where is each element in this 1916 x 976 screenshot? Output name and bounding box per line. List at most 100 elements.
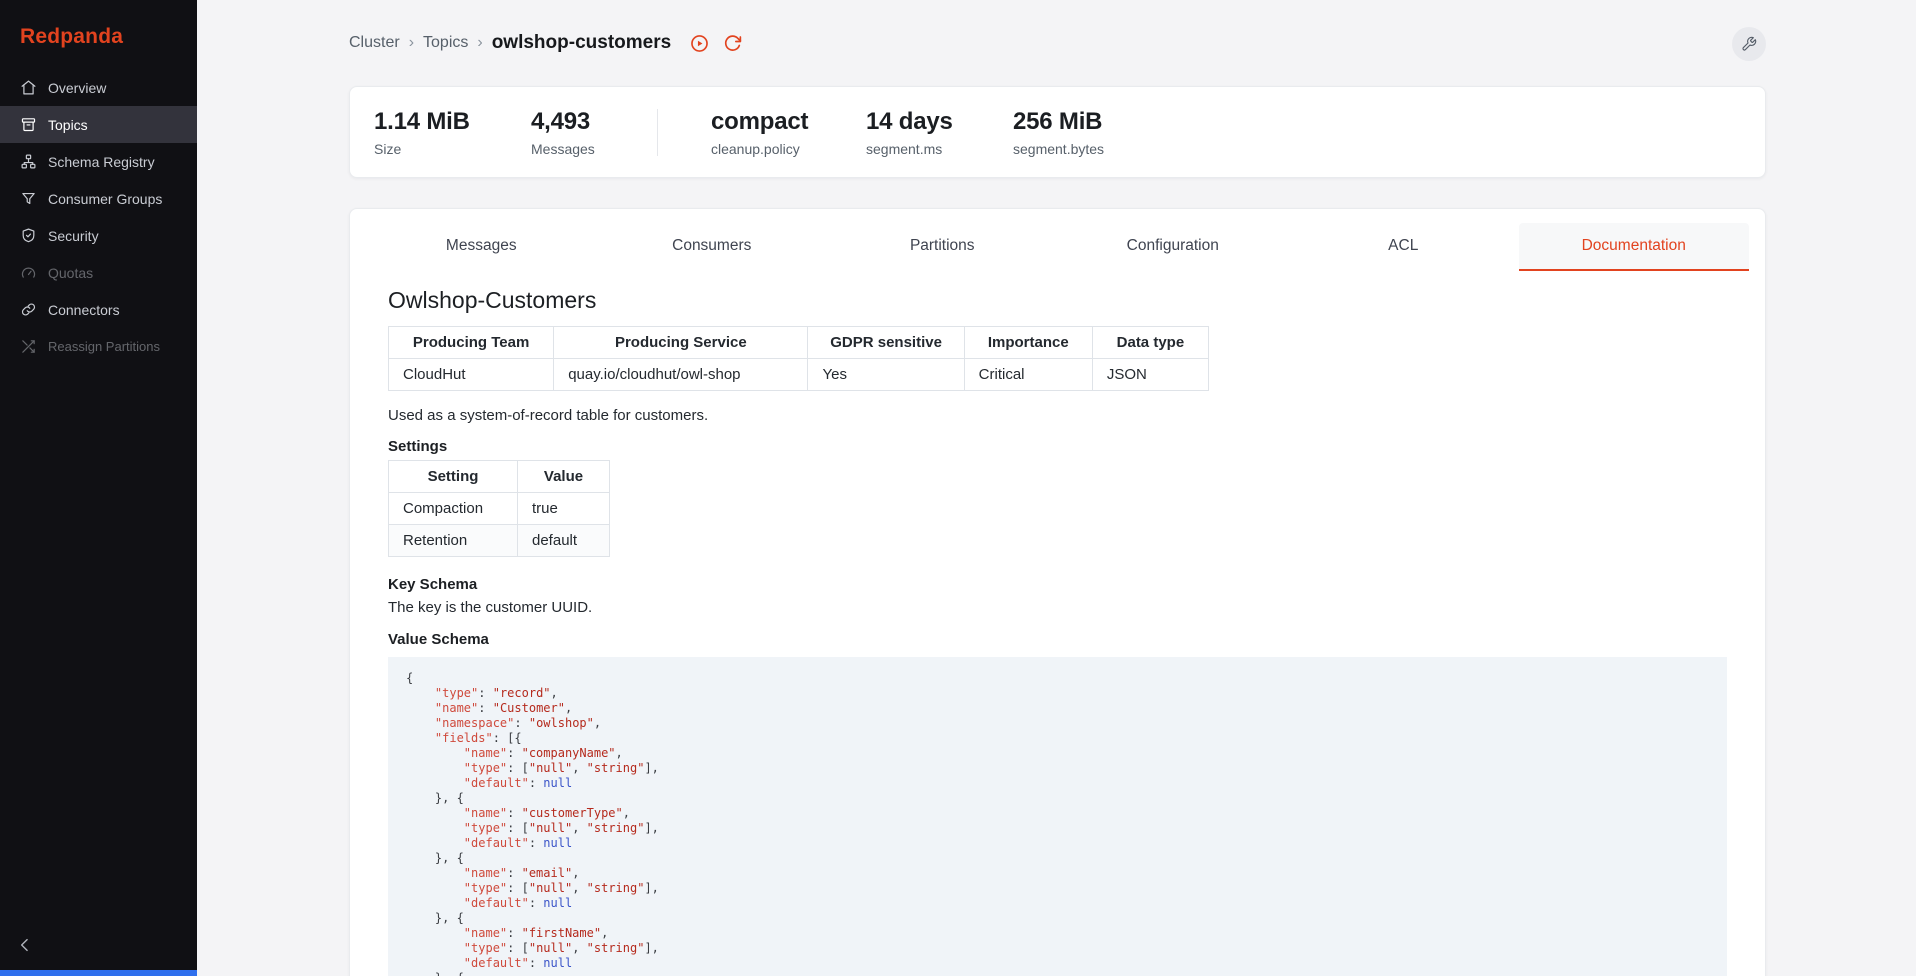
user-preferences-button[interactable] xyxy=(1732,27,1766,61)
table-header-row: Producing TeamProducing ServiceGDPR sens… xyxy=(389,327,1209,359)
stat-label: Messages xyxy=(531,141,657,158)
shield-icon xyxy=(20,227,37,244)
sidebar-item-label: Topics xyxy=(48,117,88,133)
table-row: CloudHutquay.io/cloudhut/owl-shopYesCrit… xyxy=(389,359,1209,391)
column-header: Setting xyxy=(389,461,518,493)
play-button[interactable] xyxy=(686,30,712,56)
tab-configuration[interactable]: Configuration xyxy=(1058,223,1289,271)
stat-segment-bytes: 256 MiB segment.bytes xyxy=(1013,107,1173,158)
table-cell: Compaction xyxy=(389,493,518,525)
stats-primary: 1.14 MiB Size4,493 Messages xyxy=(374,107,657,158)
column-header: Producing Service xyxy=(554,327,808,359)
play-circle-icon xyxy=(689,33,710,54)
consumer-groups-icon xyxy=(20,190,37,207)
table-cell: true xyxy=(518,493,610,525)
tab-bar: MessagesConsumersPartitionsConfiguration… xyxy=(350,209,1765,271)
sidebar-item-label: Schema Registry xyxy=(48,154,155,170)
table-row: Compactiontrue xyxy=(389,493,610,525)
stat-value: 256 MiB xyxy=(1013,107,1173,137)
sidebar-item-schema-registry[interactable]: Schema Registry xyxy=(0,143,197,180)
sidebar-item-label: Overview xyxy=(48,80,106,96)
stat-value: 1.14 MiB xyxy=(374,107,531,137)
stat-value: 14 days xyxy=(866,107,1013,137)
table-cell: quay.io/cloudhut/owl-shop xyxy=(554,359,808,391)
sidebar-item-reassign-partitions[interactable]: Reassign Partitions xyxy=(0,328,197,365)
sidebar-item-connectors[interactable]: Connectors xyxy=(0,291,197,328)
schema-registry-icon xyxy=(20,153,37,170)
settings-table: SettingValueCompactiontrueRetentiondefau… xyxy=(388,460,610,557)
value-schema-code: { "type": "record", "name": "Customer", … xyxy=(388,657,1727,976)
gauge-icon xyxy=(20,264,37,281)
link-icon xyxy=(20,301,37,318)
column-header: GDPR sensitive xyxy=(808,327,964,359)
settings-heading: Settings xyxy=(388,438,1727,455)
sidebar-item-label: Reassign Partitions xyxy=(48,339,160,354)
value-schema-heading: Value Schema xyxy=(388,631,1727,648)
sidebar-collapse-button[interactable] xyxy=(10,930,40,960)
column-header: Value xyxy=(518,461,610,493)
table-cell: Yes xyxy=(808,359,964,391)
sidebar-item-consumer-groups[interactable]: Consumer Groups xyxy=(0,180,197,217)
documentation-panel: Owlshop-Customers Producing TeamProducin… xyxy=(350,271,1765,976)
tab-partitions[interactable]: Partitions xyxy=(827,223,1058,271)
reassign-icon xyxy=(20,338,37,355)
table-cell: Critical xyxy=(964,359,1092,391)
topic-info-table: Producing TeamProducing ServiceGDPR sens… xyxy=(388,326,1209,391)
stat-value: 4,493 xyxy=(531,107,657,137)
column-header: Producing Team xyxy=(389,327,554,359)
doc-title: Owlshop-Customers xyxy=(388,287,1727,314)
chevron-right-icon: › xyxy=(477,34,482,52)
stat-value: compact xyxy=(711,107,866,137)
refresh-icon xyxy=(722,33,743,54)
chevron-left-icon xyxy=(15,935,35,955)
stat-size: 1.14 MiB Size xyxy=(374,107,531,158)
stat-cleanup-policy: compact cleanup.policy xyxy=(711,107,866,158)
table-cell: default xyxy=(518,525,610,557)
sidebar-nav: Overview Topics Schema Registry Consumer Gr… xyxy=(0,69,197,365)
sidebar-item-overview[interactable]: Overview xyxy=(0,69,197,106)
stat-label: Size xyxy=(374,141,531,158)
stats-config: compact cleanup.policy14 days segment.ms25… xyxy=(711,107,1173,158)
topic-stats-card: 1.14 MiB Size4,493 Messages compact cleanup… xyxy=(349,86,1766,178)
refresh-button[interactable] xyxy=(719,30,745,56)
stats-divider xyxy=(657,109,658,156)
column-header: Importance xyxy=(964,327,1092,359)
tab-acl[interactable]: ACL xyxy=(1288,223,1519,271)
chevron-right-icon: › xyxy=(409,34,414,52)
breadcrumb: Cluster › Topics › owlshop-customers xyxy=(349,32,671,54)
tab-messages[interactable]: Messages xyxy=(366,223,597,271)
breadcrumb-current: owlshop-customers xyxy=(492,32,671,54)
breadcrumb-item-cluster[interactable]: Cluster xyxy=(349,34,400,52)
stat-messages: 4,493 Messages xyxy=(531,107,657,158)
main-content: Cluster › Topics › owlshop-customers 1.14 Mi… xyxy=(197,0,1916,976)
stat-label: segment.ms xyxy=(866,141,1013,158)
sidebar-item-label: Connectors xyxy=(48,302,120,318)
wrench-icon xyxy=(1741,36,1757,52)
stat-label: segment.bytes xyxy=(1013,141,1173,158)
sidebar-item-label: Security xyxy=(48,228,99,244)
tab-documentation[interactable]: Documentation xyxy=(1519,223,1750,271)
topic-detail-card: MessagesConsumersPartitionsConfiguration… xyxy=(349,208,1766,976)
sidebar-item-label: Quotas xyxy=(48,265,93,281)
doc-description: Used as a system-of-record table for cus… xyxy=(388,407,1727,424)
sidebar-item-quotas[interactable]: Quotas xyxy=(0,254,197,291)
sidebar-item-security[interactable]: Security xyxy=(0,217,197,254)
topic-actions xyxy=(686,30,745,56)
sidebar-accent-bar xyxy=(0,970,197,976)
key-schema-heading: Key Schema xyxy=(388,576,1727,593)
breadcrumb-item-topics[interactable]: Topics xyxy=(423,34,468,52)
sidebar-item-label: Consumer Groups xyxy=(48,191,162,207)
key-schema-text: The key is the customer UUID. xyxy=(388,599,1727,616)
table-header-row: SettingValue xyxy=(389,461,610,493)
page-header: Cluster › Topics › owlshop-customers xyxy=(349,24,1766,62)
sidebar-item-topics[interactable]: Topics xyxy=(0,106,197,143)
table-cell: CloudHut xyxy=(389,359,554,391)
stat-segment-ms: 14 days segment.ms xyxy=(866,107,1013,158)
home-icon xyxy=(20,79,37,96)
stat-label: cleanup.policy xyxy=(711,141,866,158)
column-header: Data type xyxy=(1092,327,1208,359)
table-cell: JSON xyxy=(1092,359,1208,391)
table-row: Retentiondefault xyxy=(389,525,610,557)
tab-consumers[interactable]: Consumers xyxy=(597,223,828,271)
redpanda-logo[interactable]: Redpanda xyxy=(0,0,197,69)
